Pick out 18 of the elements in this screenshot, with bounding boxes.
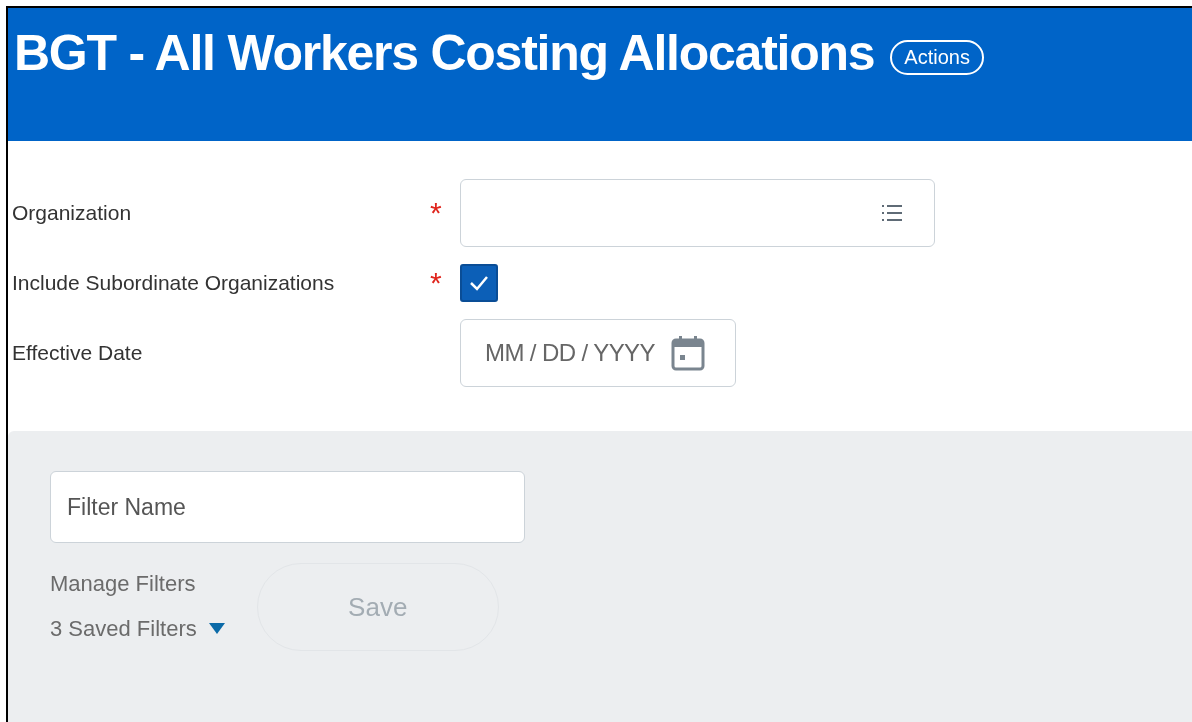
list-icon — [882, 204, 902, 222]
saved-filters-dropdown[interactable]: 3 Saved Filters — [50, 612, 225, 645]
date-field[interactable]: MM / DD / YYYY — [460, 319, 736, 387]
required-mark: * — [430, 198, 442, 228]
manage-filters-label: Manage Filters — [50, 570, 197, 598]
required-mark: * — [430, 268, 442, 298]
field-label: Effective Date — [12, 340, 144, 367]
caret-icon — [208, 622, 225, 635]
checkbox[interactable] — [460, 264, 498, 302]
organization-field[interactable] — [460, 179, 935, 247]
field-label: Include Subordinate Organizations — [12, 270, 336, 297]
field-label: Organization — [12, 200, 133, 227]
filter-name-field[interactable]: Filter Name — [50, 471, 525, 543]
checkmark-icon — [468, 274, 490, 292]
date-placeholder: MM / DD / YYYY — [485, 338, 655, 368]
page-title: BGT - All Workers Costing Allocations — [14, 28, 875, 78]
actions-button[interactable]: Actions — [890, 40, 984, 75]
calendar-icon — [670, 335, 705, 371]
